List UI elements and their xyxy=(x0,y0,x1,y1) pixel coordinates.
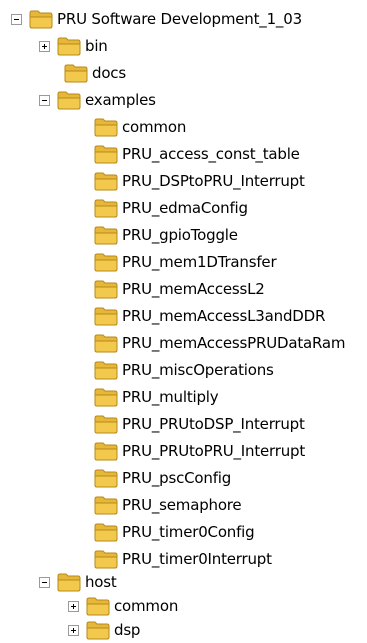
tree-node-host-item[interactable]: dsp xyxy=(68,617,140,643)
folder-icon xyxy=(94,145,118,164)
tree-node-label: PRU_PRUtoPRU_Interrupt xyxy=(122,442,306,460)
tree-node-label: PRU_memAccessPRUDataRam xyxy=(122,334,346,352)
expand-icon[interactable] xyxy=(68,600,79,612)
tree-node-label: PRU_memAccessL2 xyxy=(122,280,265,298)
tree-node-examples-item[interactable]: PRU_semaphore xyxy=(94,492,242,518)
tree-node-host-item[interactable]: common xyxy=(68,593,178,619)
tree-node-label: PRU_edmaConfig xyxy=(122,199,248,217)
tree-node-label: PRU_mem1DTransfer xyxy=(122,253,277,271)
tree-node-examples-item[interactable]: PRU_access_const_table xyxy=(94,141,300,167)
tree-node-label: PRU_DSPtoPRU_Interrupt xyxy=(122,172,305,190)
tree-node-label: docs xyxy=(92,64,126,82)
folder-icon xyxy=(94,550,118,569)
collapse-icon[interactable] xyxy=(39,94,50,106)
folder-icon xyxy=(86,597,110,616)
tree-node-label: common xyxy=(122,118,187,136)
tree-node-root[interactable]: PRU Software Development_1_03 xyxy=(11,6,302,32)
tree-node-examples-item[interactable]: PRU_timer0Config xyxy=(94,519,255,545)
folder-icon xyxy=(94,253,118,272)
tree-node-label: common xyxy=(114,597,179,615)
tree-node-label: PRU_timer0Interrupt xyxy=(122,550,272,568)
folder-icon xyxy=(94,118,118,137)
folder-icon xyxy=(64,64,88,83)
folder-icon xyxy=(57,573,81,592)
folder-tree: PRU Software Development_1_03 bin docs e… xyxy=(0,0,367,643)
tree-node-bin[interactable]: bin xyxy=(39,33,108,59)
folder-icon xyxy=(94,469,118,488)
expand-icon[interactable] xyxy=(39,40,50,52)
folder-icon xyxy=(94,172,118,191)
tree-node-examples-item[interactable]: PRU_miscOperations xyxy=(94,357,274,383)
folder-icon xyxy=(29,10,53,29)
tree-node-label: dsp xyxy=(114,621,141,639)
tree-node-examples-item[interactable]: PRU_PRUtoPRU_Interrupt xyxy=(94,438,305,464)
tree-node-label: PRU Software Development_1_03 xyxy=(57,10,302,28)
folder-icon xyxy=(94,388,118,407)
tree-node-examples-item[interactable]: PRU_edmaConfig xyxy=(94,195,248,221)
tree-node-examples[interactable]: examples xyxy=(39,87,156,113)
tree-node-label: PRU_memAccessL3andDDR xyxy=(122,307,326,325)
folder-icon xyxy=(94,226,118,245)
folder-icon xyxy=(94,334,118,353)
tree-node-label: host xyxy=(85,573,117,591)
tree-node-examples-item[interactable]: PRU_DSPtoPRU_Interrupt xyxy=(94,168,305,194)
collapse-icon[interactable] xyxy=(39,576,50,588)
folder-icon xyxy=(94,523,118,542)
tree-node-label: PRU_pscConfig xyxy=(122,469,232,487)
tree-node-label: examples xyxy=(85,91,156,109)
folder-icon xyxy=(94,415,118,434)
tree-node-label: PRU_semaphore xyxy=(122,496,242,514)
folder-icon xyxy=(94,280,118,299)
folder-icon xyxy=(94,199,118,218)
tree-node-host[interactable]: host xyxy=(39,569,117,595)
tree-node-examples-item[interactable]: common xyxy=(94,114,186,140)
tree-node-examples-item[interactable]: PRU_memAccessL3andDDR xyxy=(94,303,325,329)
collapse-icon[interactable] xyxy=(11,13,22,25)
tree-node-label: PRU_timer0Config xyxy=(122,523,255,541)
tree-node-label: PRU_PRUtoDSP_Interrupt xyxy=(122,415,305,433)
tree-node-examples-item[interactable]: PRU_pscConfig xyxy=(94,465,231,491)
tree-node-label: PRU_miscOperations xyxy=(122,361,274,379)
tree-node-label: bin xyxy=(85,37,108,55)
folder-icon xyxy=(94,361,118,380)
tree-node-examples-item[interactable]: PRU_memAccessPRUDataRam xyxy=(94,330,346,356)
tree-node-label: PRU_access_const_table xyxy=(122,145,300,163)
folder-icon xyxy=(94,496,118,515)
tree-node-label: PRU_multiply xyxy=(122,388,219,406)
expand-icon[interactable] xyxy=(68,624,79,636)
tree-node-label: PRU_gpioToggle xyxy=(122,226,238,244)
tree-node-examples-item[interactable]: PRU_timer0Interrupt xyxy=(94,546,272,572)
folder-icon xyxy=(86,621,110,640)
folder-icon xyxy=(94,442,118,461)
folder-icon xyxy=(57,91,81,110)
tree-node-docs[interactable]: docs xyxy=(64,60,126,86)
tree-node-examples-item[interactable]: PRU_PRUtoDSP_Interrupt xyxy=(94,411,305,437)
folder-icon xyxy=(57,37,81,56)
tree-node-examples-item[interactable]: PRU_gpioToggle xyxy=(94,222,238,248)
tree-node-examples-item[interactable]: PRU_multiply xyxy=(94,384,219,410)
tree-node-examples-item[interactable]: PRU_mem1DTransfer xyxy=(94,249,277,275)
tree-node-examples-item[interactable]: PRU_memAccessL2 xyxy=(94,276,265,302)
folder-icon xyxy=(94,307,118,326)
